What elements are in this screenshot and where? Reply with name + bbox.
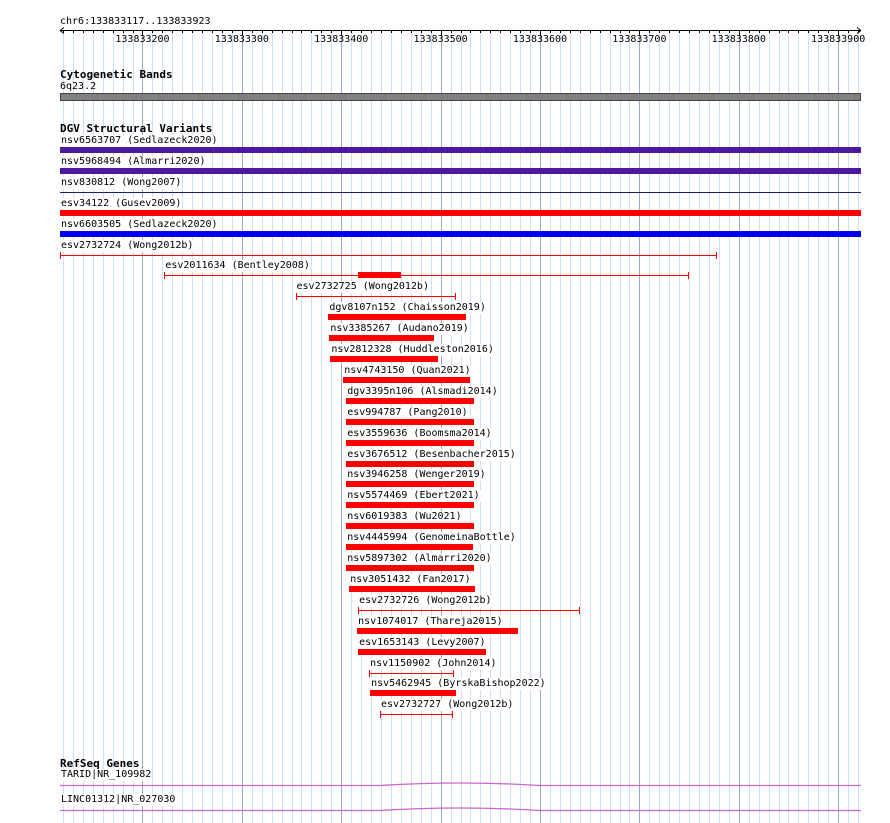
dgv-feature-bar[interactable] [346, 397, 475, 404]
dgv-feature-bar[interactable] [60, 167, 861, 174]
cytoband-track-title: Cytogenetic Bands [60, 68, 173, 81]
dgv-feature-label[interactable]: dgv3395n106 (Alsmadi2014) [346, 385, 499, 398]
dgv-feature-label[interactable]: nsv5574469 (Ebert2021) [346, 490, 481, 503]
refseq-gene-line [60, 807, 861, 812]
dgv-feature-label[interactable]: nsv5897302 (Almarri2020) [346, 553, 493, 565]
dgv-feature-label[interactable]: esv34122 (Gusev2009) [60, 197, 183, 210]
ruler-tick-label: 133833700 [612, 34, 667, 45]
dgv-feature-label[interactable]: esv994787 (Pang2010) [346, 406, 469, 419]
dgv-track-title: DGV Structural Variants [60, 122, 213, 135]
dgv-feature-bar[interactable] [60, 251, 717, 259]
feature-endcap [295, 293, 297, 301]
dgv-feature-bar[interactable] [60, 147, 861, 153]
dgv-feature-label[interactable]: nsv3385267 (Audano2019) [329, 323, 470, 336]
dgv-feature-label[interactable]: esv2732727 (Wong2012b) [380, 699, 515, 712]
dgv-feature-label[interactable]: dgv8107n152 (Chaisson2019) [328, 302, 487, 315]
refseq-gene-line [60, 782, 861, 787]
dgv-feature-bar[interactable] [60, 209, 861, 216]
dgv-feature-bar[interactable] [329, 335, 434, 342]
dgv-feature-label[interactable]: nsv3051432 (Fan2017) [349, 573, 472, 586]
dgv-feature-bar[interactable] [328, 314, 467, 321]
dgv-feature-label[interactable]: esv2011634 (Bentley2008) [164, 260, 311, 273]
dgv-feature-bar[interactable] [346, 439, 475, 446]
dgv-feature-label[interactable]: nsv3946258 (Wenger2019) [346, 469, 487, 482]
feature-endcap [688, 272, 690, 280]
feature-endcap [578, 606, 580, 614]
feature-endcap [60, 251, 61, 259]
dgv-feature-label[interactable]: nsv2812328 (Huddleston2016) [330, 344, 495, 356]
dgv-feature-bar[interactable] [358, 648, 487, 655]
dgv-feature-bar[interactable] [357, 627, 519, 634]
dgv-feature-label[interactable]: esv3559636 (Boomsma2014) [346, 427, 493, 440]
ruler-tick-label: 133833800 [711, 34, 766, 45]
dgv-feature-label[interactable]: esv2732725 (Wong2012b) [295, 281, 430, 294]
feature-endcap [164, 272, 166, 280]
feature-endcap [454, 293, 456, 301]
dgv-feature-bar[interactable] [343, 376, 471, 383]
ruler-tick-label: 133833300 [214, 34, 269, 45]
dgv-feature-label[interactable]: nsv5968494 (Almarri2020) [60, 155, 207, 168]
dgv-feature-bar[interactable] [346, 460, 475, 467]
refseq-gene-label[interactable]: LINC01312|NR_027030 [60, 794, 177, 806]
dgv-feature-bar[interactable] [346, 523, 475, 530]
dgv-feature-bar[interactable] [349, 585, 476, 592]
feature-endcap [452, 669, 454, 677]
dgv-feature-bar[interactable] [60, 230, 861, 237]
feature-endcap [369, 669, 371, 677]
dgv-feature-label[interactable]: nsv4743150 (Quan2021) [343, 364, 472, 377]
ruler-tick-label: 133833600 [512, 34, 568, 45]
dgv-feature-bar[interactable] [358, 606, 580, 614]
cytoband-label: 6q23.2 [60, 81, 97, 92]
dgv-feature-bar[interactable] [330, 356, 438, 362]
ruler-coordinate-label: chr6:133833117..133833923 [60, 16, 211, 27]
dgv-feature-bar[interactable] [346, 544, 474, 551]
dgv-feature-label[interactable]: nsv1150902 (John2014) [369, 657, 498, 670]
refseq-gene-label[interactable]: TARID|NR_109982 [60, 769, 153, 781]
dgv-feature-label[interactable]: esv2732724 (Wong2012b) [60, 239, 195, 252]
dgv-feature-bar[interactable] [295, 293, 456, 301]
dgv-feature-label[interactable]: esv2732726 (Wong2012b) [358, 594, 493, 607]
dgv-feature-bar[interactable] [346, 481, 475, 488]
dgv-feature-bar[interactable] [346, 418, 475, 425]
feature-endcap [380, 711, 381, 719]
dgv-feature-label[interactable]: nsv6563707 (Sedlazeck2020) [60, 135, 219, 147]
ruler-tick-label: 133833500 [413, 34, 468, 45]
cytoband-bar[interactable] [60, 93, 861, 101]
dgv-feature-bar[interactable] [370, 690, 456, 697]
dgv-feature-label[interactable]: nsv5462945 (ByrskaBishop2022) [370, 678, 547, 691]
dgv-feature-bar[interactable] [346, 565, 475, 571]
dgv-feature-bar[interactable] [346, 502, 475, 509]
dgv-feature-bar[interactable] [369, 669, 454, 677]
feature-endcap [358, 606, 360, 614]
dgv-feature-label[interactable]: nsv1074017 (Thareja2015) [357, 615, 504, 628]
dgv-feature-label[interactable]: esv1653143 (Levy2007) [358, 636, 487, 649]
dgv-feature-label[interactable]: nsv6019383 (Wu2021) [346, 511, 463, 524]
dgv-feature-bar[interactable] [380, 711, 453, 719]
dgv-feature-bar[interactable] [60, 191, 861, 193]
dgv-feature-inner-segment[interactable] [358, 272, 401, 279]
ruler-tick-label: 133833400 [314, 34, 369, 45]
feature-endcap [451, 711, 453, 719]
dgv-feature-label[interactable]: nsv4445994 (GenomeinaBottle) [346, 532, 517, 545]
dgv-feature-label[interactable]: esv3676512 (Besenbacher2015) [346, 448, 517, 461]
dgv-feature-bar[interactable] [164, 272, 690, 280]
feature-endcap [715, 251, 717, 259]
dgv-feature-label[interactable]: nsv830812 (Wong2007) [60, 176, 183, 189]
dgv-feature-label[interactable]: nsv6603505 (Sedlazeck2020) [60, 218, 219, 231]
ruler-tick-label: 133833900 [811, 34, 866, 45]
ruler-tick-label: 133833200 [115, 34, 170, 45]
